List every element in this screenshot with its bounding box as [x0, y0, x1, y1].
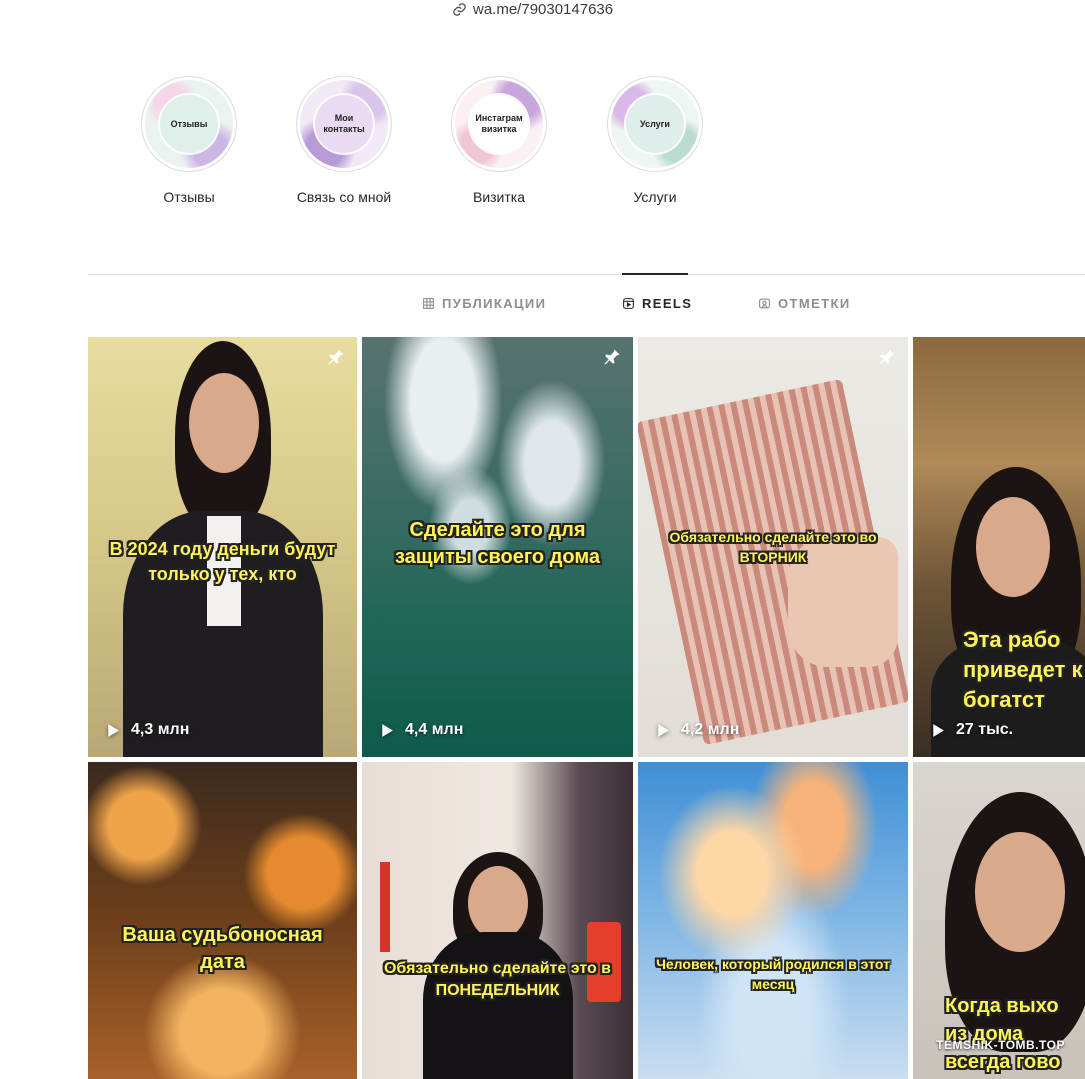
views-count: 4,2 млн: [681, 721, 740, 738]
play-icon: [108, 723, 119, 737]
profile-tabs: ПУБЛИКАЦИИ REELS ОТМЕТКИ: [0, 296, 1085, 316]
views-count: 4,3 млн: [131, 721, 190, 738]
reel-tile[interactable]: В 2024 году деньги будут только у тех, к…: [88, 337, 357, 757]
pin-icon: [328, 349, 344, 365]
highlight-cover-label: Мои контакты: [315, 95, 373, 153]
profile-link-text: wa.me/79030147636: [473, 0, 614, 18]
highlight-contacts[interactable]: Мои контакты Связь со мной: [284, 76, 404, 205]
tagged-icon: [759, 298, 770, 309]
tab-publications[interactable]: ПУБЛИКАЦИИ: [422, 296, 546, 311]
reel-caption: Обязательно сделайте это во ВТОРНИК: [669, 529, 877, 565]
highlight-caption: Отзывы: [163, 189, 215, 205]
play-icon: [382, 723, 393, 737]
highlight-cover: Отзывы: [141, 76, 237, 172]
pin-icon: [879, 349, 895, 365]
play-icon: [658, 723, 669, 737]
tab-label: ОТМЕТКИ: [778, 296, 851, 311]
reel-tile[interactable]: Ваша судьбоносная дата: [88, 762, 357, 1079]
highlight-services[interactable]: Услуги Услуги: [595, 76, 715, 205]
reel-views: 4,3 млн: [104, 721, 189, 739]
highlight-card[interactable]: Инстаграм визитка Визитка: [439, 76, 559, 205]
views-count: 4,4 млн: [405, 721, 464, 738]
link-icon: [453, 2, 466, 16]
reel-tile[interactable]: Сделайте это для защиты своего дома 4,4 …: [362, 337, 633, 757]
pin-icon: [604, 349, 620, 365]
play-icon: [933, 723, 944, 737]
reels-icon: [623, 298, 634, 309]
active-tab-indicator: [622, 273, 688, 275]
tab-reels[interactable]: REELS: [622, 296, 692, 311]
views-count: 27 тыс.: [956, 721, 1014, 738]
story-highlights: Отзывы Отзывы Мои контакты Связь со мной…: [0, 76, 1085, 216]
highlight-cover-label: Отзывы: [160, 95, 218, 153]
reel-caption: Когда выхо из дома всегда гово: [945, 995, 1061, 1073]
reel-caption: Сделайте это для защиты своего дома: [394, 519, 601, 568]
tab-label: ПУБЛИКАЦИИ: [442, 296, 547, 311]
reel-views: 4,2 млн: [654, 721, 739, 739]
grid-icon: [423, 298, 434, 309]
highlight-reviews[interactable]: Отзывы Отзывы: [129, 76, 249, 205]
reel-caption: Обязательно сделайте это в ПОНЕДЕЛЬНИК: [383, 960, 612, 999]
highlight-cover: Мои контакты: [296, 76, 392, 172]
highlight-cover-label: Инстаграм визитка: [470, 95, 528, 153]
highlight-caption: Услуги: [633, 189, 677, 205]
reel-caption: Эта рабо приведет к богатст: [963, 627, 1083, 712]
tab-tagged[interactable]: ОТМЕТКИ: [758, 296, 851, 311]
reel-tile[interactable]: Человек, который родился в этот месяц: [638, 762, 908, 1079]
profile-link[interactable]: wa.me/79030147636: [452, 0, 613, 20]
tab-label: REELS: [642, 296, 693, 311]
highlight-caption: Визитка: [472, 189, 526, 205]
reel-tile[interactable]: Эта рабо приведет к богатст 27 тыс.: [913, 337, 1085, 757]
highlight-caption: Связь со мной: [296, 189, 392, 205]
tabs-divider: [88, 274, 1085, 275]
reel-tile[interactable]: Когда выхо из дома всегда гово: [913, 762, 1085, 1079]
reel-views: 4,4 млн: [378, 721, 463, 739]
reel-tile[interactable]: Обязательно сделайте это в ПОНЕДЕЛЬНИК: [362, 762, 633, 1079]
highlight-cover-label: Услуги: [626, 95, 684, 153]
reel-caption: В 2024 году деньги будут только у тех, к…: [109, 539, 336, 584]
reel-views: 27 тыс.: [929, 721, 1013, 739]
watermark: TEMSHIK-TOMB.TOP: [936, 1038, 1065, 1052]
highlight-cover: Инстаграм визитка: [451, 76, 547, 172]
reel-caption: Ваша судьбоносная дата: [122, 924, 323, 973]
reel-tile[interactable]: Обязательно сделайте это во ВТОРНИК 4,2 …: [638, 337, 908, 757]
highlight-cover: Услуги: [607, 76, 703, 172]
reel-caption: Человек, который родился в этот месяц: [656, 956, 890, 992]
